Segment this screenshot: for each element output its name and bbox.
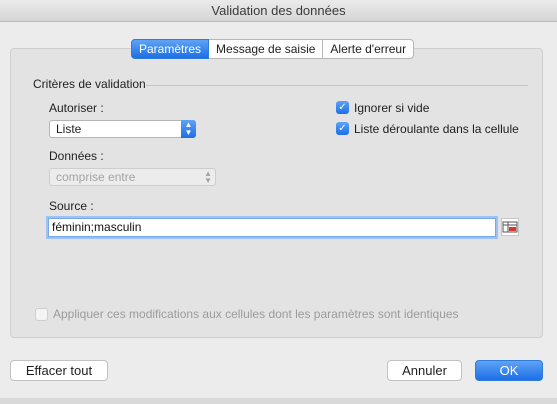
- data-label: Données :: [49, 149, 104, 163]
- range-select-icon: [502, 221, 518, 233]
- chevron-updown-icon: ▲ ▼: [181, 120, 196, 138]
- checkmark-icon: ✓: [338, 102, 347, 113]
- in-cell-dropdown-label: Liste déroulante dans la cellule: [354, 122, 519, 136]
- ok-button[interactable]: OK: [475, 360, 543, 381]
- in-cell-dropdown-checkbox[interactable]: ✓: [336, 122, 349, 135]
- source-label: Source :: [49, 199, 94, 213]
- checkmark-icon: ✓: [338, 123, 347, 134]
- tab-bar: Paramètres Message de saisie Alerte d'er…: [131, 39, 415, 59]
- cancel-button[interactable]: Annuler: [387, 360, 462, 381]
- ignore-blank-label: Ignorer si vide: [354, 101, 430, 115]
- allow-label: Autoriser :: [49, 101, 104, 115]
- tab-message-de-saisie[interactable]: Message de saisie: [209, 39, 324, 59]
- apply-all-label: Appliquer ces modifications aux cellules…: [53, 307, 459, 321]
- allow-select[interactable]: Liste ▲ ▼: [49, 120, 196, 138]
- chevron-updown-icon: ▲ ▼: [204, 169, 212, 185]
- sheet-edge: [0, 398, 557, 404]
- clear-all-button[interactable]: Effacer tout: [10, 360, 108, 381]
- section-divider: [146, 85, 528, 86]
- source-input[interactable]: féminin;masculin: [48, 218, 496, 237]
- range-select-button[interactable]: [501, 218, 519, 236]
- ignore-blank-checkbox[interactable]: ✓: [336, 101, 349, 114]
- section-title-criteria: Critères de validation: [33, 77, 146, 91]
- tab-alerte-erreur[interactable]: Alerte d'erreur: [323, 39, 415, 59]
- allow-select-value: Liste: [56, 122, 82, 136]
- data-select: comprise entre ▲ ▼: [49, 168, 216, 186]
- settings-panel: [10, 48, 543, 338]
- tab-parametres[interactable]: Paramètres: [131, 39, 210, 59]
- apply-all-checkbox[interactable]: [35, 308, 48, 321]
- window-title: Validation des données: [0, 0, 557, 22]
- data-select-value: comprise entre: [56, 170, 136, 184]
